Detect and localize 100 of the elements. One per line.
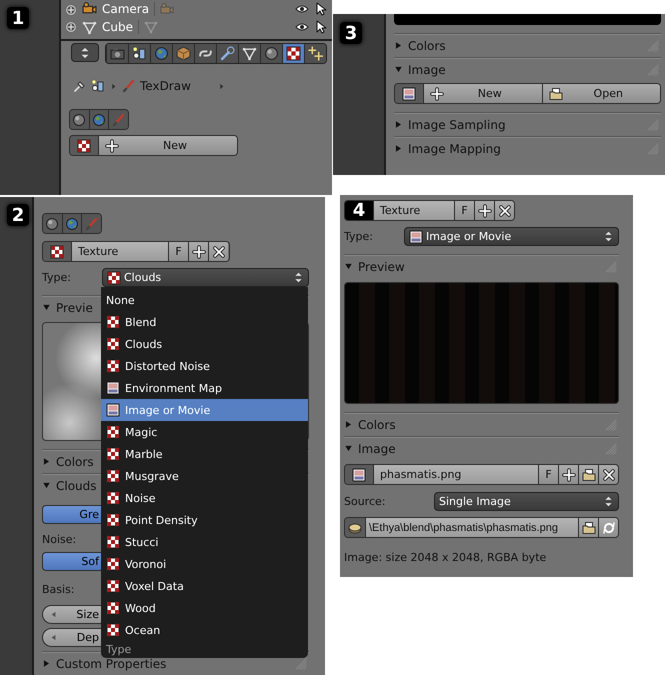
triangle-down-icon[interactable]	[344, 262, 353, 271]
panel-header[interactable]: Colors	[56, 454, 94, 468]
cursor-icon[interactable]	[314, 2, 328, 16]
menu-item[interactable]: Stucci	[101, 531, 308, 553]
updown-icon	[603, 231, 614, 242]
number-field[interactable]: Dep	[42, 628, 101, 647]
menu-item[interactable]: Ocean	[101, 619, 308, 641]
panel-header[interactable]: Previe	[56, 300, 93, 314]
arrow-right-icon	[109, 82, 118, 90]
checker-icon	[106, 601, 120, 615]
triangle-right-icon[interactable]	[344, 420, 353, 429]
toggle-option[interactable]: Sof	[42, 552, 101, 571]
panel-header[interactable]: Colors	[358, 418, 396, 432]
source-dropdown[interactable]: Single Image	[434, 492, 619, 511]
triangle-right-icon[interactable]	[394, 120, 403, 129]
properties-tab[interactable]	[128, 44, 150, 63]
new-button[interactable]: New	[98, 136, 237, 155]
triangle-right-icon[interactable]	[394, 144, 403, 153]
context-button[interactable]	[70, 110, 89, 129]
open-button[interactable]: Open	[542, 84, 660, 103]
cursor-icon[interactable]	[314, 20, 328, 34]
triangle-right-icon[interactable]	[394, 41, 403, 50]
menu-item[interactable]: Voronoi	[101, 553, 308, 575]
menu-item[interactable]: Clouds	[101, 333, 308, 355]
wrench-icon	[220, 46, 235, 61]
triangle-down-icon[interactable]	[394, 65, 403, 74]
panel-header[interactable]: Image Sampling	[408, 118, 506, 132]
panel-header[interactable]: Preview	[358, 260, 405, 274]
texture-name-field[interactable]: Texture	[71, 242, 168, 261]
checker-icon	[106, 469, 120, 483]
menu-item[interactable]: Distorted Noise	[101, 355, 308, 377]
triangle-down-icon[interactable]	[42, 481, 51, 490]
number-field[interactable]: Size	[42, 605, 101, 624]
triangle-right-icon[interactable]	[42, 659, 51, 668]
open-button[interactable]	[578, 465, 598, 484]
texture-name-field[interactable]: Texture	[373, 201, 454, 220]
fake-user-button[interactable]: F	[454, 201, 474, 220]
image-browse-button[interactable]	[345, 465, 373, 484]
context-path-item[interactable]: TexDraw	[140, 79, 191, 93]
image-name-field[interactable]: phasmatis.png	[373, 465, 538, 484]
triangle-down-icon[interactable]	[42, 303, 51, 312]
toggle-option[interactable]: Gre	[42, 505, 101, 524]
context-button[interactable]	[62, 214, 82, 233]
menu-item[interactable]: Voxel Data	[101, 575, 308, 597]
add-button[interactable]	[474, 201, 494, 220]
type-dropdown[interactable]: Clouds	[102, 268, 309, 287]
menu-item[interactable]: None	[101, 289, 308, 311]
menu-item[interactable]: Noise	[101, 487, 308, 509]
context-button[interactable]	[43, 214, 62, 233]
panel-header[interactable]: Colors	[408, 38, 446, 52]
properties-tab[interactable]	[238, 44, 260, 63]
image-browse-button[interactable]	[395, 84, 423, 103]
panel-header[interactable]: Image Mapping	[408, 142, 501, 156]
object-name[interactable]: Camera	[102, 2, 150, 16]
menu-item[interactable]: Musgrave	[101, 465, 308, 487]
properties-tab[interactable]	[282, 44, 304, 63]
panel-header[interactable]: Image	[358, 442, 396, 456]
menu-item[interactable]: Environment Map	[101, 377, 308, 399]
unlink-button[interactable]	[208, 242, 228, 261]
pin-icon[interactable]	[73, 79, 87, 93]
menu-item[interactable]: Point Density	[101, 509, 308, 531]
panel-header[interactable]: Custom Properties	[56, 656, 166, 670]
menu-item[interactable]: Magic	[101, 421, 308, 443]
plus-circle-icon[interactable]	[65, 4, 77, 16]
checker-icon	[106, 623, 120, 637]
pack-button[interactable]	[345, 518, 365, 537]
fake-user-button[interactable]: F	[538, 465, 558, 484]
properties-tab[interactable]	[194, 44, 216, 63]
unlink-button[interactable]	[494, 201, 514, 220]
panel-header[interactable]: Clouds	[56, 478, 97, 492]
properties-tab[interactable]	[106, 44, 128, 63]
texture-browse-button[interactable]	[43, 242, 71, 261]
fake-user-button[interactable]: F	[168, 242, 188, 261]
sphere-icon	[45, 216, 60, 230]
menu-item[interactable]: Blend	[101, 311, 308, 333]
context-button[interactable]	[88, 110, 108, 129]
triangle-right-icon[interactable]	[42, 457, 51, 466]
menu-item[interactable]: Marble	[101, 443, 308, 465]
browse-file-button[interactable]	[578, 518, 598, 537]
view-toggle-button[interactable]	[71, 43, 99, 62]
type-dropdown[interactable]: Image or Movie	[404, 227, 619, 246]
properties-tab[interactable]	[304, 44, 326, 63]
menu-item[interactable]: Image or Movie	[101, 399, 308, 421]
panel-header[interactable]: Image	[408, 62, 446, 76]
file-path-field[interactable]: \Ethya\blend\phasmatis\phasmatis.png	[365, 518, 578, 537]
checker-icon	[106, 513, 120, 527]
properties-tab[interactable]	[216, 44, 238, 63]
checker-icon	[50, 244, 64, 258]
new-button[interactable]: New	[423, 84, 542, 103]
menu-item[interactable]: Wood	[101, 597, 308, 619]
object-name[interactable]: Cube	[102, 20, 133, 34]
texture-slot-button[interactable]	[70, 136, 98, 155]
reload-button[interactable]	[598, 518, 618, 537]
unlink-button[interactable]	[598, 465, 618, 484]
plus-circle-icon[interactable]	[65, 21, 77, 33]
properties-tab[interactable]	[260, 44, 282, 63]
globe-icon	[65, 216, 79, 230]
add-button[interactable]	[188, 242, 208, 261]
add-button[interactable]	[558, 465, 578, 484]
triangle-down-icon[interactable]	[344, 444, 353, 453]
